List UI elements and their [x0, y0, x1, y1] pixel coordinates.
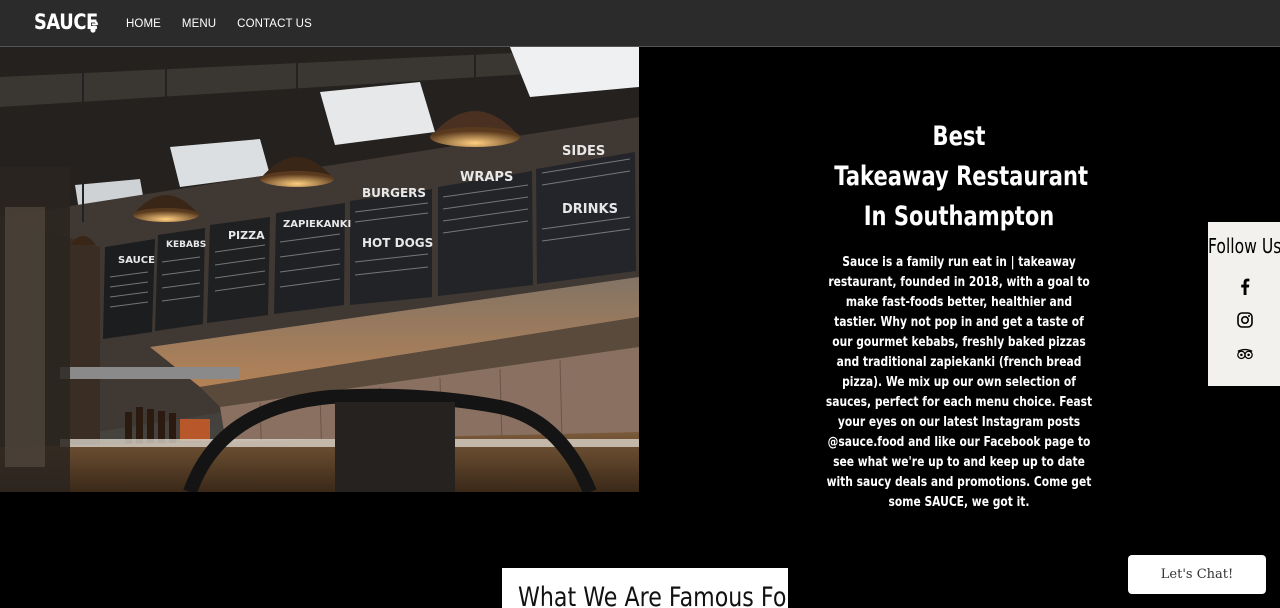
tripadvisor-icon[interactable] [1236, 345, 1254, 363]
hero-text-section: Best Takeaway Restaurant In Southampton … [639, 47, 1280, 510]
nav-menu[interactable]: MENU [182, 18, 216, 30]
board-pizza: PIZZA [228, 229, 265, 242]
instagram-icon[interactable] [1236, 311, 1254, 329]
logo-drip-icon [89, 20, 99, 33]
main-nav: HOME MENU CONTACT US [126, 0, 333, 47]
famous-title: What We Are Famous For [518, 582, 788, 608]
board-burgers: BURGERS [362, 186, 426, 200]
follow-us-panel: Follow Us [1208, 222, 1280, 386]
nav-contact-us[interactable]: CONTACT US [237, 18, 312, 30]
hero-description: Sauce is a family run eat in | takeaway … [825, 255, 1093, 510]
hero-title-line-2: Takeaway Restaurant [834, 161, 1089, 192]
board-zapiekanki: ZAPIEKANKI [283, 219, 351, 230]
board-sauce: SAUCE [118, 255, 155, 266]
nav-home[interactable]: HOME [126, 18, 161, 30]
restaurant-interior-image: SAUCE KEBABS PIZZA ZAPIEKANKI BURGERS HO… [0, 47, 639, 492]
famous-section: What We Are Famous For [502, 568, 788, 608]
board-wraps: WRAPS [460, 170, 513, 185]
lets-chat-button[interactable]: Let's Chat! [1128, 555, 1266, 594]
hero-image: SAUCE KEBABS PIZZA ZAPIEKANKI BURGERS HO… [0, 47, 639, 492]
hero-title: Best Takeaway Restaurant In Southampton [834, 117, 1089, 237]
facebook-icon[interactable] [1236, 277, 1254, 295]
board-kebabs: KEBABS [166, 240, 206, 250]
hero-title-line-1: Best [932, 121, 986, 152]
site-header: SAUCE HOME MENU CONTACT US [0, 0, 1280, 47]
board-drinks: DRINKS [562, 202, 618, 217]
board-sides: SIDES [562, 144, 605, 159]
hero-title-line-3: In Southampton [863, 201, 1055, 232]
follow-us-title: Follow Us [1208, 234, 1280, 258]
board-hotdogs: HOT DOGS [362, 236, 433, 250]
